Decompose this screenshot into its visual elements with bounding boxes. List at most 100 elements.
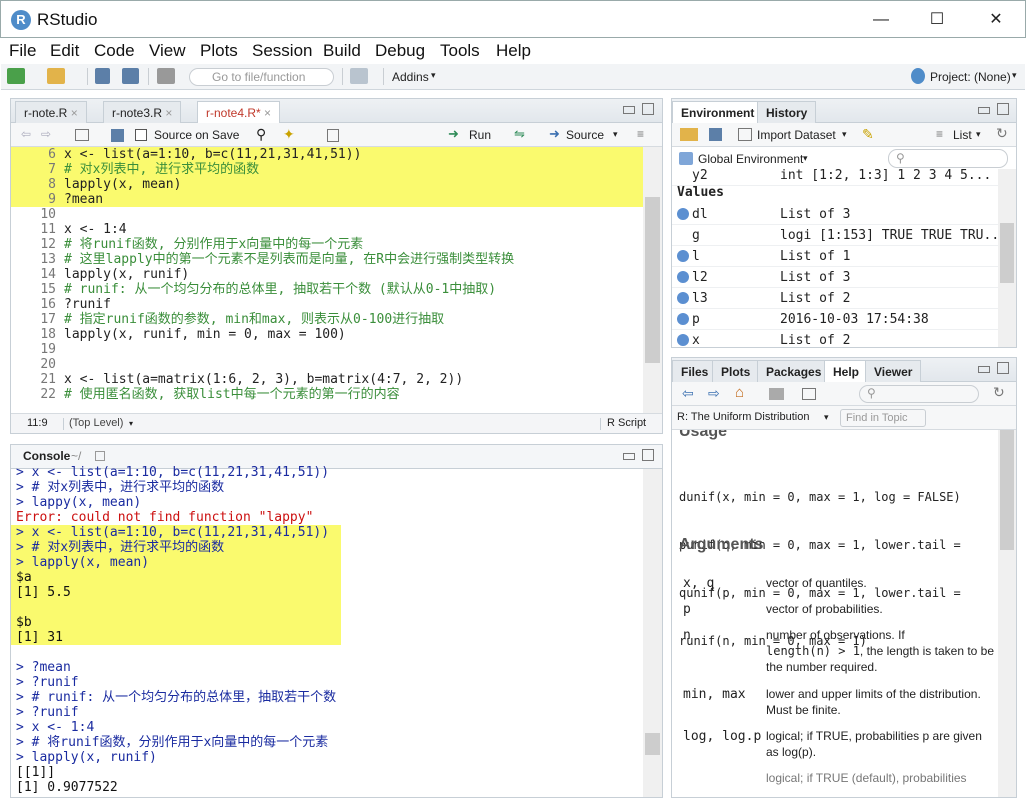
tab-r-note3[interactable]: r-note3.R × [103, 101, 182, 123]
chevron-down-icon[interactable]: ▾ [976, 129, 981, 140]
back-arrow-icon[interactable]: ⇦ [682, 385, 694, 402]
menu-session[interactable]: Session [252, 41, 312, 61]
console-scrollbar[interactable] [643, 469, 662, 797]
expand-icon[interactable] [677, 292, 689, 304]
chevron-down-icon[interactable]: ▾ [824, 412, 829, 423]
tab-history[interactable]: History [757, 101, 817, 123]
grid-layout-icon[interactable] [350, 68, 368, 84]
go-to-file-input[interactable]: Go to file/function [189, 68, 334, 86]
outline-icon[interactable]: ≡ [637, 127, 644, 141]
minimize-pane-icon[interactable] [978, 366, 990, 373]
environment-row[interactable]: l3 List of 2 [672, 288, 1000, 309]
show-in-window-icon[interactable] [75, 129, 89, 141]
tab-viewer[interactable]: Viewer [865, 360, 922, 382]
compile-report-icon[interactable] [327, 129, 339, 142]
maximize-pane-icon[interactable] [997, 103, 1009, 115]
tab-r-note4[interactable]: r-note4.R* × [197, 101, 281, 124]
tab-packages[interactable]: Packages [757, 360, 831, 382]
chevron-down-icon[interactable]: ▾ [803, 153, 808, 164]
menu-code[interactable]: Code [94, 41, 135, 61]
save-workspace-icon[interactable] [709, 128, 722, 141]
help-scrollbar[interactable] [998, 430, 1016, 797]
code-line[interactable]: 11 x <- 1:4 [11, 222, 643, 237]
broom-icon[interactable]: ✎ [862, 126, 874, 143]
forward-arrow-icon[interactable]: ⇨ [41, 127, 51, 141]
source-button[interactable]: Source [566, 128, 604, 142]
refresh-icon[interactable]: ↻ [993, 384, 1005, 401]
minimize-pane-icon[interactable] [623, 453, 635, 460]
project-menu[interactable]: Project: (None) [930, 70, 1011, 84]
console-output[interactable]: > x <- list(a=1:10, b=c(11,21,31,41,51))… [11, 465, 643, 797]
environment-row[interactable]: l List of 1 [672, 246, 1000, 267]
menu-plots[interactable]: Plots [200, 41, 238, 61]
code-line[interactable]: 10 [11, 207, 643, 222]
maximize-pane-icon[interactable] [997, 362, 1009, 374]
environment-search-input[interactable]: ⚲ [888, 149, 1008, 168]
magic-wand-icon[interactable]: ✦ [283, 126, 295, 143]
source-icon[interactable]: ➜ [549, 126, 560, 142]
expand-icon[interactable] [677, 313, 689, 325]
print-icon[interactable] [769, 388, 784, 400]
open-file-icon[interactable] [47, 68, 65, 84]
close-icon[interactable]: × [165, 106, 172, 120]
environment-row[interactable]: y2 int [1:2, 1:3] 1 2 3 4 5... [672, 169, 1000, 186]
print-icon[interactable] [157, 68, 175, 84]
home-icon[interactable]: ⌂ [735, 384, 744, 401]
environment-row[interactable]: g logi [1:153] TRUE TRUE TRU... [672, 225, 1007, 246]
menu-tools[interactable]: Tools [440, 41, 480, 61]
maximize-pane-icon[interactable] [642, 449, 654, 461]
menu-debug[interactable]: Debug [375, 41, 425, 61]
code-line[interactable]: 9 ?mean [11, 192, 643, 207]
load-workspace-icon[interactable] [680, 128, 698, 141]
chevron-down-icon[interactable]: ▾ [842, 129, 847, 140]
environment-scope-menu[interactable]: Global Environment [698, 152, 803, 166]
maximize-pane-icon[interactable] [642, 103, 654, 115]
editor-scrollbar[interactable] [643, 147, 662, 413]
chevron-down-icon[interactable]: ▾ [431, 70, 436, 81]
code-line[interactable]: 21 x <- list(a=matrix(1:6, 2, 3), b=matri… [11, 372, 643, 387]
menu-build[interactable]: Build [323, 41, 361, 61]
expand-icon[interactable] [677, 208, 689, 220]
chevron-down-icon[interactable]: ▾ [613, 129, 618, 140]
tab-environment[interactable]: Environment [672, 101, 764, 124]
run-icon[interactable]: ➜ [448, 126, 459, 142]
save-icon[interactable] [95, 68, 110, 84]
forward-arrow-icon[interactable]: ⇨ [708, 385, 720, 402]
help-topic-menu[interactable]: R: The Uniform Distribution [677, 411, 809, 423]
maximize-icon[interactable]: ☐ [917, 7, 957, 33]
chevron-down-icon[interactable]: ▾ [1012, 70, 1017, 81]
search-icon[interactable]: ⚲ [256, 126, 266, 143]
show-in-window-icon[interactable] [802, 388, 816, 400]
minimize-pane-icon[interactable] [978, 107, 990, 114]
code-editor[interactable]: 6x <- list(a=1:10, b=c(11,21,31,41,51)) 7… [11, 147, 643, 413]
menu-view[interactable]: View [149, 41, 186, 61]
file-type-label[interactable]: R Script [607, 414, 646, 433]
code-line[interactable]: 15 # runif: 从一个均匀分布的总体里, 抽取若干个数 (默认从0-1中抽… [11, 282, 643, 297]
minimize-pane-icon[interactable] [623, 106, 635, 114]
save-icon[interactable] [111, 129, 124, 142]
close-icon[interactable]: × [71, 106, 78, 120]
code-line[interactable]: 14 lapply(x, runif) [11, 267, 643, 282]
refresh-icon[interactable]: ↻ [996, 125, 1008, 142]
environment-scrollbar[interactable] [998, 169, 1016, 347]
run-button[interactable]: Run [469, 128, 491, 142]
menu-edit[interactable]: Edit [50, 41, 79, 61]
import-dataset-icon[interactable] [738, 128, 752, 141]
code-line[interactable]: 20 [11, 357, 643, 372]
environment-row[interactable]: l2 List of 3 [672, 267, 1000, 288]
save-all-icon[interactable] [122, 68, 139, 84]
expand-icon[interactable] [677, 334, 689, 346]
code-line[interactable]: 22 # 使用匿名函数, 获取list中每一个元素的第一行的内容 [11, 387, 643, 402]
back-arrow-icon[interactable]: ⇦ [21, 127, 31, 141]
chevron-down-icon[interactable]: ▾ [129, 414, 133, 433]
find-in-topic-input[interactable]: Find in Topic [840, 409, 926, 427]
expand-icon[interactable] [677, 271, 689, 283]
code-line[interactable]: 17 # 指定runif函数的参数, min和max, 则表示从0-100进行抽取 [11, 312, 643, 327]
source-on-save-checkbox[interactable] [135, 129, 147, 141]
addins-menu[interactable]: Addins [392, 70, 429, 84]
new-file-icon[interactable] [7, 68, 25, 84]
code-line[interactable]: 13 # 这里lapply中的第一个元素不是列表而是向量, 在R中会进行强制类型转… [11, 252, 643, 267]
code-line[interactable]: 7 # 对x列表中, 进行求平均的函数 [11, 162, 643, 177]
code-line[interactable]: 12 # 将runif函数, 分别作用于x向量中的每一个元素 [11, 237, 643, 252]
code-line[interactable]: 18 lapply(x, runif, min = 0, max = 100) [11, 327, 643, 342]
